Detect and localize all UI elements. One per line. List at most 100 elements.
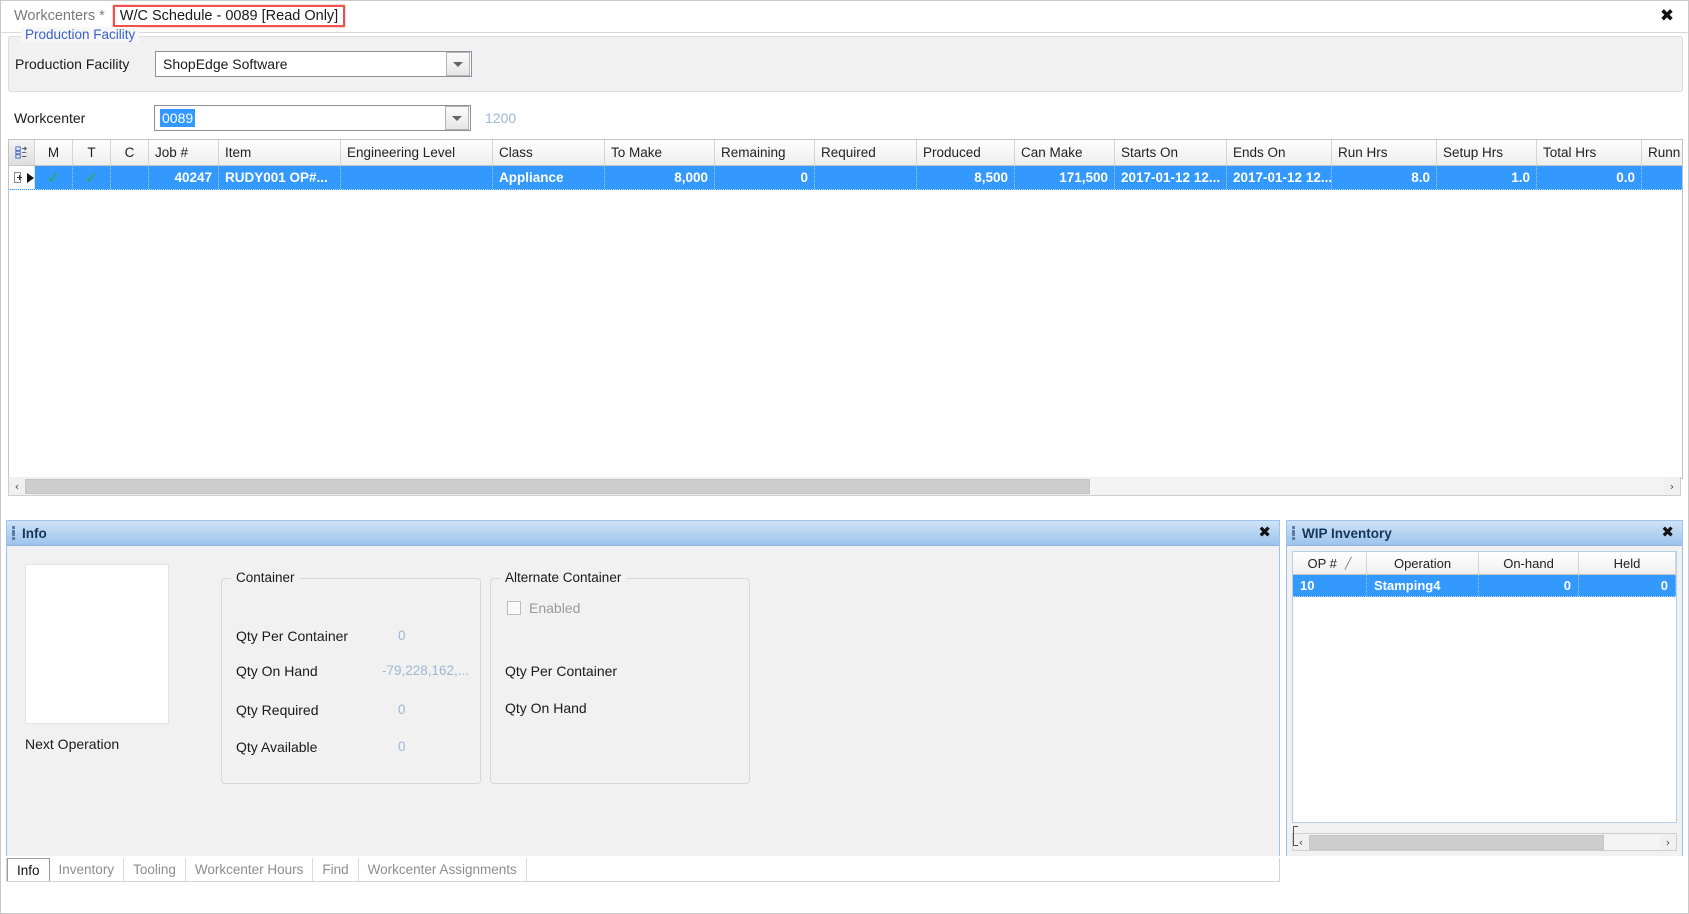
wip-column-header-op[interactable]: OP # ╱: [1293, 552, 1367, 575]
grid-column-header-indicator[interactable]: [9, 140, 35, 165]
scroll-track[interactable]: [25, 478, 1664, 494]
grid-column-header-class[interactable]: Class: [493, 140, 605, 165]
cell-remaining[interactable]: 0: [715, 166, 815, 189]
production-facility-dropdown-button[interactable]: [446, 52, 470, 76]
production-facility-label: Production Facility: [15, 56, 130, 72]
info-panel-header[interactable]: Info ✖: [7, 521, 1279, 546]
grid-column-header-remaining[interactable]: Remaining: [715, 140, 815, 165]
tab-workcenter-hours[interactable]: Workcenter Hours: [186, 858, 314, 881]
grid-column-header-eng[interactable]: Engineering Level: [341, 140, 493, 165]
scroll-thumb[interactable]: [25, 478, 1091, 494]
scroll-thumb[interactable]: [1309, 834, 1604, 850]
cell-tomake[interactable]: 8,000: [605, 166, 715, 189]
wip-inventory-grid[interactable]: OP # ╱ Operation On-hand Held 10 Stamping4 0 0: [1292, 551, 1677, 823]
cell-runhrs[interactable]: 8.0: [1332, 166, 1437, 189]
grid-column-header-produced[interactable]: Produced: [917, 140, 1015, 165]
grid-column-header-startson[interactable]: Starts On: [1115, 140, 1227, 165]
table-row[interactable]: ✓ ✓ 40247 RUDY001 OP#... Appliance 8,000 0 8,50…: [9, 166, 1682, 190]
container-group-legend: Container: [231, 570, 300, 585]
grid-column-header-totalhrs[interactable]: Total Hrs: [1537, 140, 1642, 165]
list-item[interactable]: 10 Stamping4 0 0: [1293, 575, 1676, 597]
grid-column-header-c[interactable]: C: [111, 140, 149, 165]
grid-column-header-m[interactable]: M: [35, 140, 73, 165]
tab-tooling[interactable]: Tooling: [124, 858, 186, 881]
cell-m[interactable]: ✓: [35, 166, 73, 189]
scroll-left-icon[interactable]: ‹: [9, 478, 25, 495]
tab-inventory[interactable]: Inventory: [50, 858, 125, 881]
row-expander-cell[interactable]: [9, 166, 35, 189]
wip-column-header-held[interactable]: Held: [1579, 552, 1676, 575]
cell-required[interactable]: [815, 166, 917, 189]
grid-column-header-runhrs[interactable]: Run Hrs: [1332, 140, 1437, 165]
production-facility-field-row: Production Facility ShopEdge Software: [15, 51, 472, 77]
grid-column-header-setuphrs[interactable]: Setup Hrs: [1437, 140, 1537, 165]
info-panel-close-icon[interactable]: ✖: [1258, 523, 1271, 541]
alternate-container-enabled-label: Enabled: [529, 600, 581, 616]
document-tab-bar: Workcenters * W/C Schedule - 0089 [Read …: [0, 0, 1689, 33]
cell-totalhrs[interactable]: 0.0: [1537, 166, 1642, 189]
cell-endson[interactable]: 2017-01-12 12...: [1227, 166, 1332, 189]
grip-icon: [1292, 526, 1295, 540]
workcenter-combobox[interactable]: 0089: [154, 105, 471, 131]
grid-column-header-tomake[interactable]: To Make: [605, 140, 715, 165]
wip-panel-close-icon[interactable]: ✖: [1661, 523, 1674, 541]
grid-column-header-job[interactable]: Job #: [149, 140, 219, 165]
production-facility-combobox[interactable]: ShopEdge Software: [155, 51, 472, 77]
scroll-track[interactable]: [1309, 834, 1660, 850]
cell-t[interactable]: ✓: [73, 166, 111, 189]
cell-setuphrs[interactable]: 1.0: [1437, 166, 1537, 189]
tab-find[interactable]: Find: [313, 858, 359, 881]
checkbox-icon: [507, 601, 521, 615]
cell-c[interactable]: [111, 166, 149, 189]
schedule-grid-rows[interactable]: ✓ ✓ 40247 RUDY001 OP#... Appliance 8,000 0 8,50…: [9, 166, 1682, 190]
cell-eng[interactable]: [341, 166, 493, 189]
cell-produced[interactable]: 8,500: [917, 166, 1015, 189]
chevron-down-icon: [452, 115, 462, 121]
scroll-right-icon[interactable]: ›: [1664, 478, 1680, 495]
wip-hscrollbar[interactable]: ‹ ›: [1292, 826, 1677, 851]
wip-grid-rows[interactable]: 10 Stamping4 0 0: [1293, 575, 1676, 597]
bottom-tab-bar[interactable]: Info Inventory Tooling Workcenter Hours Find…: [6, 858, 1280, 882]
schedule-grid[interactable]: M T C Job # Item Engineering Level Class To Mak…: [8, 139, 1683, 479]
check-icon: ✓: [46, 167, 61, 187]
column-chooser-icon: [15, 146, 27, 159]
panel-splitter-handle[interactable]: [1293, 826, 1298, 846]
grid-column-header-canmake[interactable]: Can Make: [1015, 140, 1115, 165]
tab-workcenter-assignments[interactable]: Workcenter Assignments: [359, 858, 527, 881]
cell-job[interactable]: 40247: [149, 166, 219, 189]
grid-column-header-required[interactable]: Required: [815, 140, 917, 165]
alternate-container-group-legend: Alternate Container: [500, 570, 627, 585]
grid-column-header-t[interactable]: T: [73, 140, 111, 165]
document-tab-wc-schedule[interactable]: W/C Schedule - 0089 [Read Only]: [112, 5, 346, 27]
wip-panel-header[interactable]: WIP Inventory ✖: [1287, 521, 1682, 546]
grid-column-header-item[interactable]: Item: [219, 140, 341, 165]
qty-available-value: 0: [398, 739, 406, 754]
grid-column-header-endson[interactable]: Ends On: [1227, 140, 1332, 165]
grid-column-header-runn[interactable]: Runn: [1642, 140, 1682, 165]
qty-available-label: Qty Available: [236, 739, 318, 755]
scroll-right-icon[interactable]: ›: [1660, 834, 1676, 851]
cell-class[interactable]: Appliance: [493, 166, 605, 189]
cell-startson[interactable]: 2017-01-12 12...: [1115, 166, 1227, 189]
wip-cell-operation[interactable]: Stamping4: [1367, 575, 1479, 596]
cell-canmake[interactable]: 171,500: [1015, 166, 1115, 189]
production-facility-group-legend: Production Facility: [21, 27, 140, 42]
wip-column-header-on-hand[interactable]: On-hand: [1479, 552, 1579, 575]
expand-icon[interactable]: [14, 172, 22, 183]
wip-cell-onhand[interactable]: 0: [1479, 575, 1579, 596]
wip-cell-op[interactable]: 10: [1293, 575, 1367, 596]
document-tab-workcenters[interactable]: Workcenters *: [10, 6, 109, 26]
alternate-container-enabled-checkbox[interactable]: Enabled: [507, 600, 580, 616]
cell-item[interactable]: RUDY001 OP#...: [219, 166, 341, 189]
wip-cell-held[interactable]: 0: [1579, 575, 1676, 596]
cell-runn[interactable]: [1642, 166, 1682, 189]
tab-bar-spacer: [527, 858, 1279, 881]
production-facility-group: Production Facility Production Facility …: [8, 27, 1683, 92]
wip-column-header-operation[interactable]: Operation: [1367, 552, 1479, 575]
workcenter-dropdown-button[interactable]: [445, 106, 469, 130]
wip-panel-title: WIP Inventory: [1302, 525, 1392, 541]
close-icon[interactable]: ✖: [1657, 6, 1677, 26]
schedule-grid-hscrollbar[interactable]: ‹ ›: [8, 477, 1681, 496]
tab-info[interactable]: Info: [7, 858, 50, 881]
wip-grid-header: OP # ╱ Operation On-hand Held: [1293, 552, 1676, 575]
